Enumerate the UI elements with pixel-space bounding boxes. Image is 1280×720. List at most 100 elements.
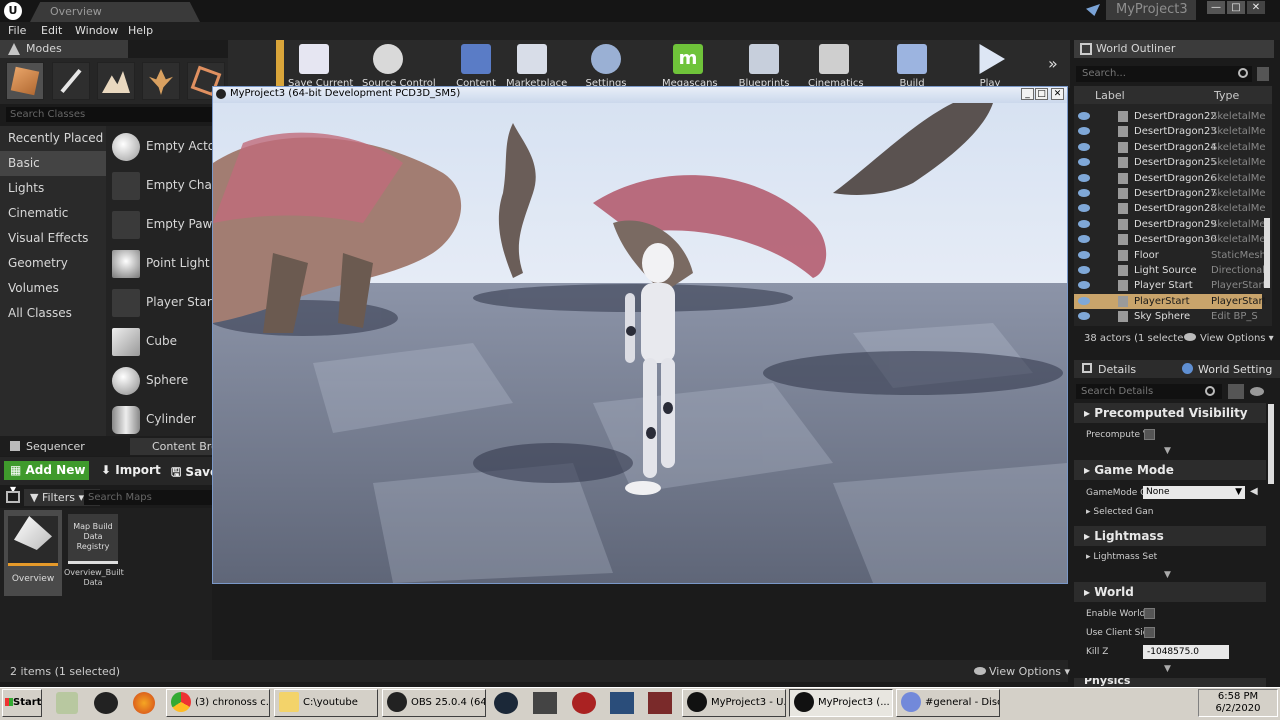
- outliner-row[interactable]: PlayerStart PlayerStart: [1074, 293, 1265, 309]
- details-eye-icon[interactable]: [1250, 387, 1264, 396]
- cinematics-button[interactable]: Cinematics: [808, 42, 864, 89]
- outliner-search-input[interactable]: Search...: [1076, 66, 1252, 82]
- maximize-button[interactable]: □: [1227, 1, 1245, 14]
- column-type[interactable]: Type: [1214, 89, 1239, 102]
- outliner-row[interactable]: DesertDragon24 SkeletalMe: [1074, 140, 1265, 155]
- category-recently-placed[interactable]: Recently Placed: [0, 126, 106, 151]
- outliner-settings-icon[interactable]: [1257, 67, 1269, 81]
- category-geometry[interactable]: Geometry: [0, 251, 106, 276]
- precompute-visibility-checkbox[interactable]: [1144, 429, 1155, 440]
- taskbar-unreal-game[interactable]: MyProject3 (...: [789, 689, 893, 717]
- landscape-mode-button[interactable]: [97, 62, 135, 100]
- taskbar-discord[interactable]: #general - Disc...: [896, 689, 1000, 717]
- marketplace-button[interactable]: Marketplace: [506, 42, 567, 89]
- play-button[interactable]: Play: [964, 42, 1016, 89]
- quicklaunch-icon-2[interactable]: [94, 692, 118, 714]
- menu-help[interactable]: Help: [128, 24, 153, 37]
- section-physics[interactable]: Physics: [1074, 678, 1266, 687]
- section-precomputed-visibility[interactable]: ▸ Precomputed Visibility: [1074, 403, 1266, 423]
- app-icon-demon[interactable]: [648, 692, 672, 714]
- close-button[interactable]: ✕: [1247, 1, 1265, 14]
- toolbar-overflow-button[interactable]: »: [1048, 54, 1058, 73]
- placeable-sphere[interactable]: Sphere: [110, 364, 210, 396]
- game-viewport[interactable]: [213, 103, 1067, 583]
- visibility-eye-icon[interactable]: [1078, 266, 1090, 274]
- game-close-button[interactable]: ✕: [1051, 88, 1064, 100]
- taskbar-unreal-editor[interactable]: MyProject3 - U...: [682, 689, 786, 717]
- visibility-eye-icon[interactable]: [1078, 219, 1090, 228]
- outliner-row[interactable]: DesertDragon27 SkeletalMe: [1074, 186, 1265, 201]
- modes-tab[interactable]: Modes: [0, 40, 128, 58]
- build-button[interactable]: Build: [886, 42, 938, 89]
- megascans-button[interactable]: m Megascans: [662, 42, 718, 89]
- outliner-scrollbar[interactable]: [1264, 218, 1270, 288]
- import-button[interactable]: ⬇ Import: [101, 463, 161, 477]
- sources-toggle-icon[interactable]: [6, 491, 20, 503]
- outliner-row[interactable]: DesertDragon22 SkeletalMe: [1074, 109, 1265, 124]
- details-scrollbar[interactable]: [1268, 404, 1274, 484]
- visibility-eye-icon[interactable]: [1078, 158, 1090, 167]
- outliner-row[interactable]: Player Start PlayerStart: [1074, 278, 1265, 293]
- menu-file[interactable]: File: [8, 24, 26, 37]
- game-minimize-button[interactable]: _: [1021, 88, 1034, 100]
- visibility-eye-icon[interactable]: [1078, 281, 1090, 290]
- foliage-mode-button[interactable]: [142, 62, 180, 100]
- cb-view-options[interactable]: View Options ▾: [974, 665, 1070, 678]
- section-world[interactable]: ▸ World: [1074, 582, 1266, 602]
- taskbar-explorer[interactable]: C:\youtube: [274, 689, 378, 717]
- asset-built-data[interactable]: Map Build Data Registry Overview_Built D…: [64, 510, 124, 596]
- details-search-input[interactable]: Search Details: [1076, 384, 1222, 399]
- content-button[interactable]: Content: [450, 42, 502, 89]
- expand-chevron-2[interactable]: ▼: [1164, 570, 1171, 580]
- visibility-eye-icon[interactable]: [1078, 127, 1090, 136]
- outliner-row[interactable]: Sky Sphere Edit BP_S: [1074, 309, 1262, 324]
- outliner-row[interactable]: DesertDragon26 SkeletalMe: [1074, 171, 1265, 186]
- outliner-row[interactable]: DesertDragon23 SkeletalMe: [1074, 124, 1265, 139]
- reset-arrow-icon[interactable]: ◀: [1250, 486, 1258, 497]
- category-basic[interactable]: Basic: [0, 151, 106, 176]
- quicklaunch-icon-1[interactable]: [56, 692, 78, 714]
- outliner-row[interactable]: Floor StaticMesh: [1074, 248, 1265, 263]
- gamemode-dropdown[interactable]: None ▼: [1143, 486, 1245, 499]
- source-control-button[interactable]: Source Control: [362, 42, 436, 89]
- visibility-eye-icon[interactable]: [1078, 312, 1090, 321]
- minimize-button[interactable]: —: [1207, 1, 1225, 14]
- outliner-view-options[interactable]: View Options ▾: [1184, 333, 1274, 344]
- visibility-eye-icon[interactable]: [1078, 189, 1090, 197]
- asset-overview-map[interactable]: Overview: [4, 510, 62, 596]
- tab-details[interactable]: Details: [1098, 363, 1136, 376]
- expand-chevron-3[interactable]: ▼: [1164, 664, 1171, 674]
- tab-world-settings[interactable]: World Setting: [1198, 363, 1278, 376]
- tab-sequencer[interactable]: Sequencer: [26, 438, 85, 455]
- add-new-button[interactable]: ▦ Add New ▾: [4, 461, 89, 496]
- placeable-player-start[interactable]: Player Start: [110, 286, 216, 318]
- visibility-eye-icon[interactable]: [1078, 142, 1090, 151]
- visibility-eye-icon[interactable]: [1078, 112, 1090, 120]
- placeable-point-light[interactable]: Point Light: [110, 247, 210, 279]
- steam-icon[interactable]: [494, 692, 518, 714]
- placeable-cube[interactable]: Cube: [110, 325, 210, 357]
- kill-z-input[interactable]: -1048575.0: [1143, 645, 1229, 659]
- placeable-empty-actor[interactable]: Empty Actor: [110, 130, 220, 162]
- world-composition-checkbox[interactable]: [1144, 608, 1155, 619]
- category-cinematic[interactable]: Cinematic: [0, 201, 106, 226]
- start-button[interactable]: Start: [2, 689, 42, 717]
- menu-edit[interactable]: Edit: [41, 24, 62, 37]
- placeable-empty-pawn[interactable]: Empty Pawn: [110, 208, 220, 240]
- place-mode-button[interactable]: [6, 62, 44, 100]
- app-icon-blue[interactable]: [610, 692, 634, 714]
- search-maps-input[interactable]: Search Maps: [84, 490, 212, 505]
- app-icon-red[interactable]: [572, 692, 596, 714]
- column-label[interactable]: Label: [1095, 89, 1125, 102]
- tab-content-browser[interactable]: Content Brow: [130, 438, 212, 455]
- level-tab[interactable]: Overview: [30, 2, 200, 22]
- category-volumes[interactable]: Volumes: [0, 276, 106, 301]
- taskbar-chrome[interactable]: (3) chronoss c...: [166, 689, 270, 717]
- category-all-classes[interactable]: All Classes: [0, 301, 106, 326]
- visibility-eye-icon[interactable]: [1078, 235, 1090, 244]
- save-current-button[interactable]: Save Current: [288, 42, 353, 89]
- outliner-row[interactable]: DesertDragon25 SkeletalMe: [1074, 155, 1265, 170]
- system-tray-clock[interactable]: 6:58 PM 6/2/2020: [1198, 689, 1278, 717]
- section-lightmass[interactable]: ▸ Lightmass: [1074, 526, 1266, 546]
- world-outliner-tab[interactable]: World Outliner: [1074, 40, 1274, 58]
